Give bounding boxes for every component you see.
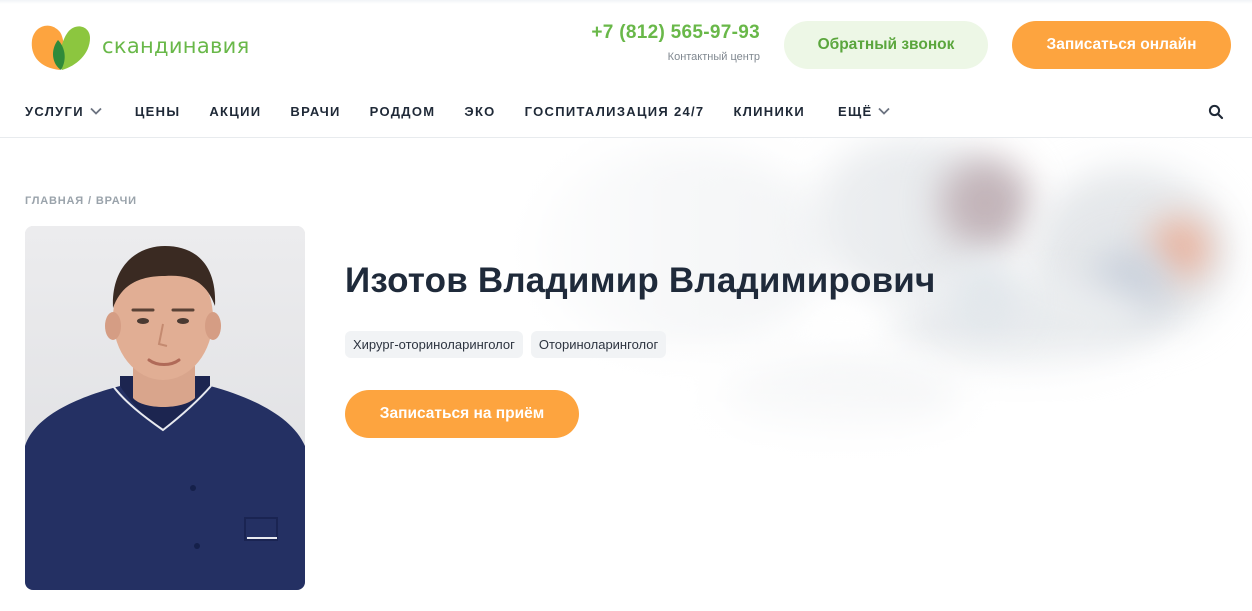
book-online-button[interactable]: Записаться онлайн [1012,21,1231,69]
specialty-tag[interactable]: Оториноларинголог [530,331,667,358]
nav-item-label: Ещё [837,103,873,119]
nav-item-ivf[interactable]: ЭКО [464,104,495,119]
nav-item-label: Госпитализация 24/7 [524,103,705,119]
nav-item-prices[interactable]: Цены [135,104,180,119]
nav-item-more[interactable]: Ещё [838,104,891,119]
search-icon [1208,104,1224,120]
contact-block: +7 (812) 565-97-93 Контактный центр [591,22,760,63]
phone-link[interactable]: +7 (812) 565-97-93 [591,22,760,44]
breadcrumb-home[interactable]: Главная [25,195,84,207]
search-button[interactable] [1207,103,1225,121]
nav-item-clinics[interactable]: Клиники [733,104,805,119]
nav-item-doctors[interactable]: Врачи [290,104,340,119]
main-nav: Услуги Цены Акции Врачи Роддом ЭКО Госпи… [25,100,891,122]
phone-caption: Контактный центр [667,51,760,63]
nav-item-label: ЭКО [464,103,496,119]
doctor-name: Изотов Владимир Владимирович [345,261,936,300]
nav-item-label: Врачи [290,103,341,119]
nav-item-hospitalization[interactable]: Госпитализация 24/7 [525,104,705,119]
nav-item-maternity[interactable]: Роддом [370,104,436,119]
chevron-down-icon [90,107,102,115]
nav-item-services[interactable]: Услуги [25,104,102,119]
callback-button[interactable]: Обратный звонок [784,21,988,69]
breadcrumb-separator: / [87,195,92,207]
logo-text: скандинавия [102,34,250,58]
doctor-hero: Главная / Врачи [0,138,1252,611]
chevron-down-icon [878,107,891,115]
logo[interactable]: скандинавия [30,20,250,72]
logo-leaf-icon [31,25,90,70]
specialty-tag[interactable]: Хирург-оториноларинголог [345,331,523,358]
book-appointment-button[interactable]: Записаться на приём [345,390,579,438]
nav-item-label: Услуги [25,103,84,119]
breadcrumb-doctors[interactable]: Врачи [96,195,137,207]
specialty-tags: Хирург-оториноларинголог Оториноларингол… [345,331,667,358]
site-header: скандинавия +7 (812) 565-97-93 Контактны… [0,0,1252,138]
doctor-photo [25,226,305,590]
nav-item-label: Цены [134,103,181,119]
nav-item-label: Роддом [369,103,436,119]
nav-item-label: Клиники [733,103,805,119]
nav-item-promotions[interactable]: Акции [209,104,261,119]
breadcrumb: Главная / Врачи [25,195,137,207]
nav-item-label: Акции [209,103,262,119]
clinic-background-image [470,138,1252,478]
